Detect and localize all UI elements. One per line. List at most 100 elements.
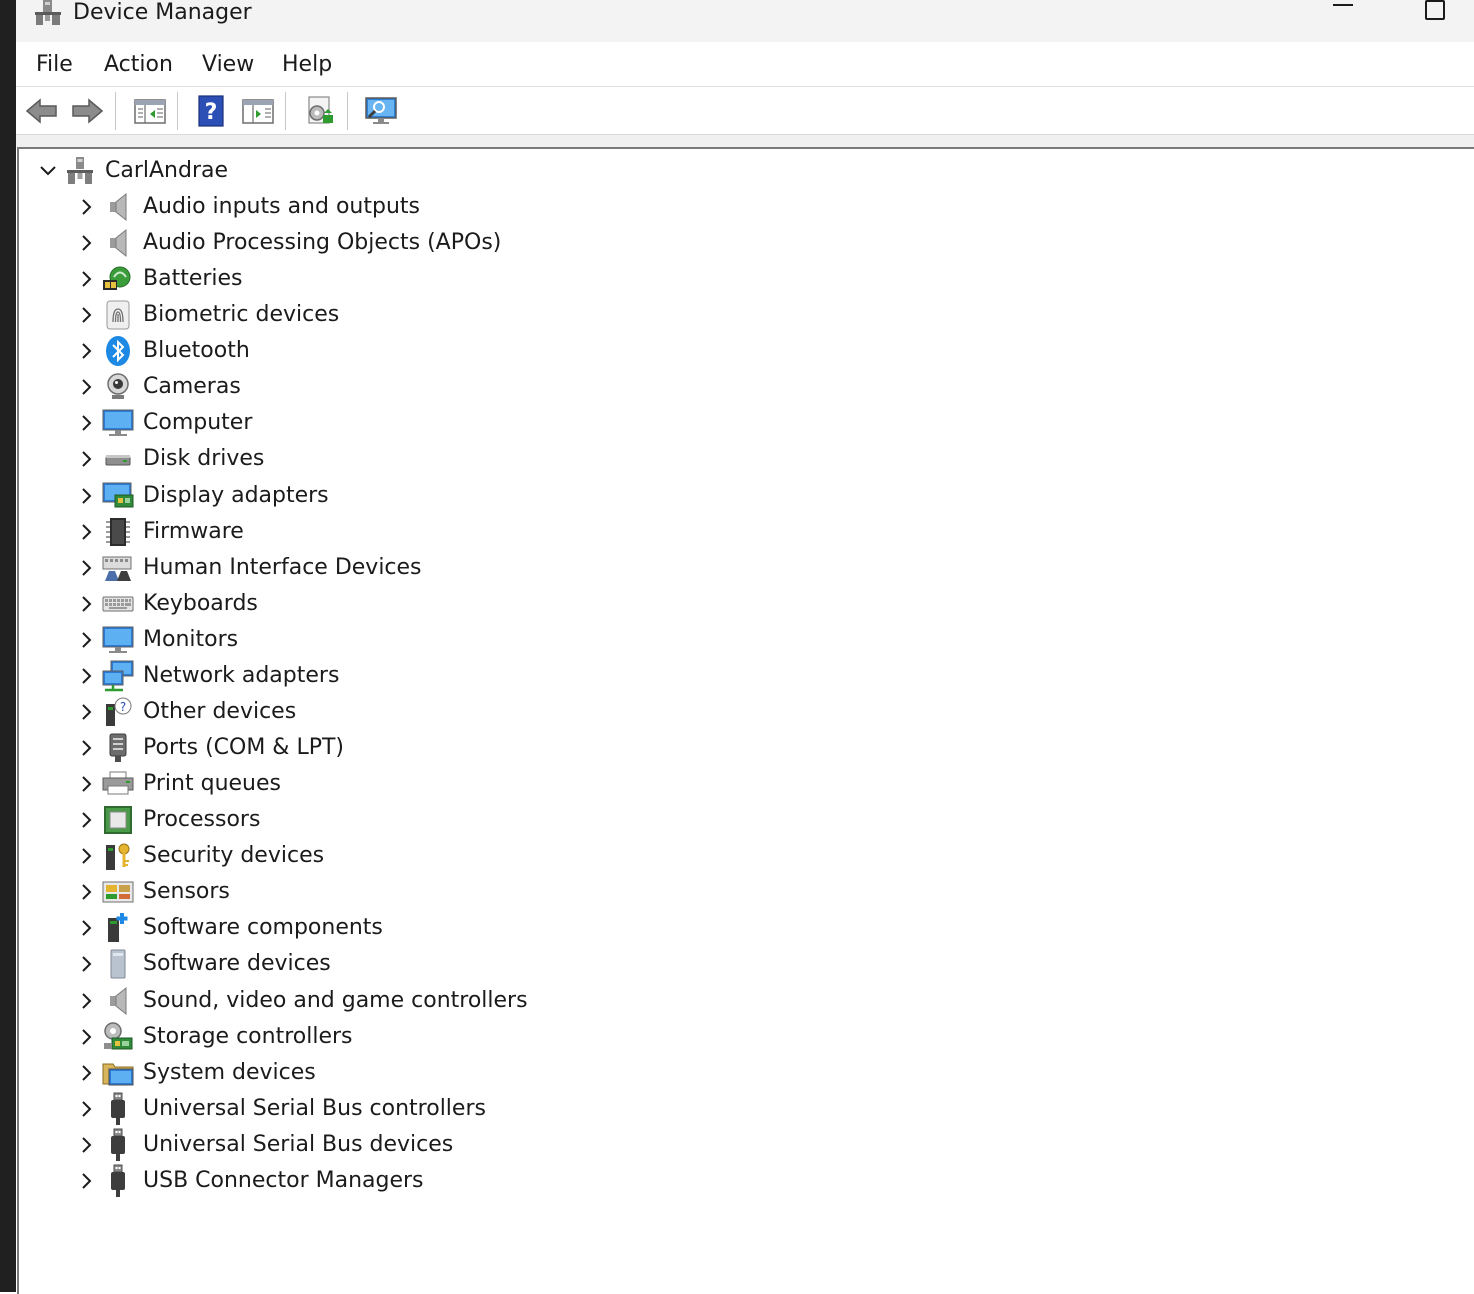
chevron-right-icon[interactable]: [71, 225, 101, 261]
toolbar-separator: [115, 92, 116, 130]
battery-icon: [101, 263, 135, 295]
window-title: Device Manager: [73, 0, 252, 25]
show-hide-console-tree-button[interactable]: [132, 94, 168, 128]
tree-node[interactable]: Ports (COM & LPT): [71, 730, 344, 766]
tree-node[interactable]: Universal Serial Bus controllers: [71, 1091, 486, 1127]
tree-node-label: Software components: [143, 915, 383, 941]
tree-node-label: Disk drives: [143, 446, 265, 472]
menu-action[interactable]: Action: [104, 52, 173, 78]
tree-node-label: Display adapters: [143, 482, 329, 508]
chevron-right-icon[interactable]: [71, 802, 101, 838]
update-driver-button[interactable]: [301, 94, 337, 128]
tree-root-node[interactable]: CarlAndrae: [33, 153, 228, 189]
back-button[interactable]: [24, 94, 60, 128]
tree-node-label: Universal Serial Bus devices: [143, 1131, 454, 1157]
tree-root-label: CarlAndrae: [105, 158, 229, 183]
minimize-button[interactable]: [1320, 0, 1366, 36]
computer-tower-icon: [63, 155, 97, 187]
tree-node[interactable]: Human Interface Devices: [71, 550, 422, 586]
menu-file[interactable]: File: [36, 52, 73, 78]
chevron-right-icon[interactable]: [71, 478, 101, 514]
device-manager-icon: [33, 0, 63, 28]
chevron-right-icon[interactable]: [71, 297, 101, 333]
chevron-right-icon[interactable]: [71, 730, 101, 766]
tree-node[interactable]: Sound, video and game controllers: [71, 983, 528, 1019]
tree-node[interactable]: USB Connector Managers: [71, 1163, 424, 1199]
chevron-right-icon[interactable]: [71, 405, 101, 441]
hid-icon: [101, 552, 135, 584]
tree-node[interactable]: Monitors: [71, 622, 238, 658]
tree-node-label: Sound, video and game controllers: [143, 987, 528, 1013]
help-button[interactable]: ?: [193, 94, 229, 128]
chevron-right-icon[interactable]: [71, 1091, 101, 1127]
chevron-right-icon[interactable]: [71, 1127, 101, 1163]
tree-node-label: Ports (COM & LPT): [143, 735, 344, 761]
tree-node[interactable]: Processors: [71, 802, 260, 838]
tree-node[interactable]: Storage controllers: [71, 1019, 352, 1055]
chevron-right-icon[interactable]: [71, 622, 101, 658]
unknown-device-icon: ?: [101, 696, 135, 728]
forward-button[interactable]: [69, 94, 105, 128]
tree-node[interactable]: Firmware: [71, 514, 244, 550]
tree-node[interactable]: Security devices: [71, 838, 324, 874]
chevron-right-icon[interactable]: [71, 874, 101, 910]
tree-node[interactable]: Display adapters: [71, 478, 329, 514]
chevron-right-icon[interactable]: [71, 333, 101, 369]
tree-node-label: Keyboards: [143, 590, 258, 616]
system-folder-icon: [101, 1057, 135, 1089]
properties-button[interactable]: [240, 94, 276, 128]
chevron-right-icon[interactable]: [71, 189, 101, 225]
bluetooth-icon: [101, 335, 135, 367]
chevron-right-icon[interactable]: [71, 550, 101, 586]
chevron-right-icon[interactable]: [71, 369, 101, 405]
chevron-right-icon[interactable]: [71, 1055, 101, 1091]
chevron-right-icon[interactable]: [71, 658, 101, 694]
scan-hardware-changes-button[interactable]: [363, 94, 399, 128]
tree-node[interactable]: Computer: [71, 405, 252, 441]
chevron-right-icon[interactable]: [71, 766, 101, 802]
chevron-right-icon[interactable]: [71, 946, 101, 982]
chevron-right-icon[interactable]: [71, 983, 101, 1019]
tree-node[interactable]: Batteries: [71, 261, 243, 297]
network-icon: [101, 660, 135, 692]
tree-node[interactable]: Disk drives: [71, 441, 264, 477]
menu-help[interactable]: Help: [282, 52, 332, 78]
keyboard-icon: [101, 588, 135, 620]
tree-node[interactable]: System devices: [71, 1055, 316, 1091]
tree-node[interactable]: Print queues: [71, 766, 281, 802]
speaker-icon: [101, 227, 135, 259]
tree-node[interactable]: Audio Processing Objects (APOs): [71, 225, 501, 261]
chevron-right-icon[interactable]: [71, 441, 101, 477]
chevron-right-icon[interactable]: [71, 1163, 101, 1199]
maximize-button[interactable]: [1412, 0, 1458, 36]
tree-node[interactable]: Cameras: [71, 369, 241, 405]
minimize-icon: [1333, 4, 1353, 6]
usb-plug-icon: [101, 1164, 135, 1197]
tree-node[interactable]: Audio inputs and outputs: [71, 189, 420, 225]
tree-node-label: USB Connector Managers: [143, 1167, 424, 1193]
chevron-down-icon[interactable]: [33, 153, 63, 189]
chevron-right-icon[interactable]: [71, 694, 101, 730]
chevron-right-icon[interactable]: [71, 910, 101, 946]
chevron-right-icon[interactable]: [71, 1019, 101, 1055]
tree-node[interactable]: Network adapters: [71, 658, 339, 694]
menu-view[interactable]: View: [202, 52, 254, 78]
tree-node[interactable]: Keyboards: [71, 586, 258, 622]
chevron-right-icon[interactable]: [71, 514, 101, 550]
tree-node[interactable]: Sensors: [71, 874, 230, 910]
tree-node-label: Batteries: [143, 266, 243, 292]
tree-node[interactable]: Bluetooth: [71, 333, 250, 369]
svg-text:?: ?: [205, 100, 218, 125]
tree-node-label: Cameras: [143, 374, 241, 400]
chevron-right-icon[interactable]: [71, 261, 101, 297]
tree-node-label: Sensors: [143, 879, 230, 905]
tree-node[interactable]: Universal Serial Bus devices: [71, 1127, 453, 1163]
chevron-right-icon[interactable]: [71, 838, 101, 874]
tree-node[interactable]: ? Other devices: [71, 694, 296, 730]
tree-node[interactable]: Software devices: [71, 946, 331, 982]
forward-arrow-icon: [72, 98, 104, 124]
tree-node[interactable]: Biometric devices: [71, 297, 339, 333]
chevron-right-icon[interactable]: [71, 586, 101, 622]
tree-node[interactable]: Software components: [71, 910, 383, 946]
update-driver-icon: [308, 96, 333, 124]
